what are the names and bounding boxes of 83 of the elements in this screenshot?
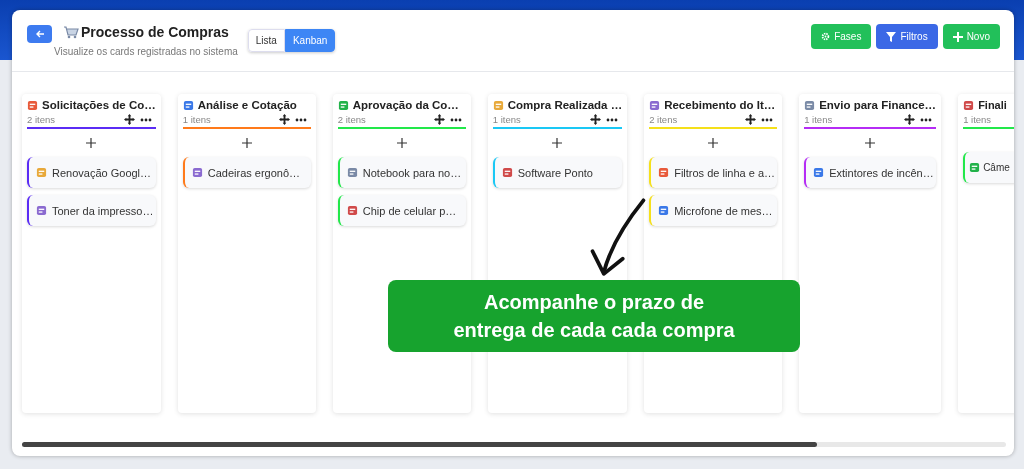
more-icon[interactable] [139,117,152,122]
plus-icon [952,31,963,42]
column-title: Aprovação da Co… [352,99,459,111]
scrollbar[interactable] [22,442,1006,447]
back-arrow-icon [34,29,45,39]
card-title: Renovação Googl… [52,166,152,179]
back-button[interactable] [27,25,52,43]
item-count: 2 itens [649,114,678,125]
scrollbar-thumb[interactable] [22,442,817,447]
kanban-card[interactable]: Filtros de linha e a… [649,157,778,188]
card-title: Extintores de incên… [829,166,934,179]
column-title: Solicitações de Co… [42,99,156,111]
card-title: Notebook para no… [362,166,462,179]
more-icon[interactable] [294,117,307,122]
kanban-card[interactable]: Notebook para no… [337,157,466,188]
action-button[interactable]: Filtros [876,24,938,49]
card-title: Software Ponto [517,166,593,179]
card-icon [813,167,825,178]
column-icon [804,99,816,111]
item-count: 1 itens [804,114,833,125]
move-icon[interactable] [123,114,135,125]
column-icon [492,99,504,111]
card-icon [36,167,47,178]
card-title: Chip de celular p… [362,204,457,217]
page-subtitle: Visualize os cards registradas no sistema [54,46,238,57]
kanban-card[interactable]: Renovação Googl… [27,157,156,188]
item-count: 1 itens [492,114,521,125]
cart-icon [63,25,79,39]
card-icon [969,162,981,173]
column-icon [337,99,349,111]
plus-icon [241,138,252,148]
card-title: Toner da impresso… [52,204,154,217]
move-icon[interactable] [433,114,445,125]
item-count: 1 itens [963,114,992,125]
card-icon [501,167,513,178]
card-title: Cadeiras ergonô… [207,166,301,179]
page-title: Processo de Compras [81,24,229,40]
kanban-card[interactable]: Software Ponto [492,157,623,188]
plus-icon [865,138,876,148]
card-title: Câme [983,162,1010,173]
move-icon[interactable] [278,114,290,125]
column-icon [182,99,194,111]
kanban-card[interactable]: Extintores de incên… [804,157,937,188]
move-icon[interactable] [904,114,916,125]
more-icon[interactable] [606,117,619,122]
kanban-card[interactable]: Cadeiras ergonô… [182,157,311,188]
card-title: Filtros de linha e a… [674,166,776,179]
plus-icon [552,138,563,148]
filter-icon [886,31,897,42]
kanban-card[interactable]: Toner da impresso… [27,195,156,226]
column-title: Finali [978,99,1007,111]
plus-icon [396,138,407,148]
card-icon [658,167,670,178]
card-title: Microfone de mes… [674,204,773,217]
move-icon[interactable] [590,114,602,125]
column-title: Análise e Cotação [197,99,297,111]
kanban-card[interactable]: Chip de celular p… [337,195,466,226]
column-title: Compra Realizada … [507,99,623,111]
card-icon [346,167,358,178]
card-icon [191,167,203,178]
more-icon[interactable] [920,117,933,122]
callout-banner: Acompanhe o prazo de entrega de cada cada compra [388,280,800,352]
kanban-card[interactable]: Microfone de mes… [649,195,778,226]
view-tab[interactable]: Lista [247,29,285,52]
card-icon [346,205,358,216]
column-icon [963,99,975,111]
card-icon [36,205,47,216]
more-icon[interactable] [761,117,774,122]
card-icon [658,205,670,216]
item-count: 1 itens [182,114,211,125]
move-icon[interactable] [745,114,757,125]
more-icon[interactable] [449,117,462,122]
column-title: Recebimento do It… [664,99,776,111]
column-icon [649,99,661,111]
plus-icon [86,138,97,148]
kanban-card[interactable]: Câme [963,152,1014,183]
column-icon [27,99,38,111]
item-count: 2 itens [337,114,366,125]
gear-icon [821,32,831,41]
view-tab[interactable]: Kanban [284,29,336,52]
column-title: Envio para Finance… [819,99,937,111]
item-count: 2 itens [27,114,55,125]
plus-icon [708,138,719,148]
